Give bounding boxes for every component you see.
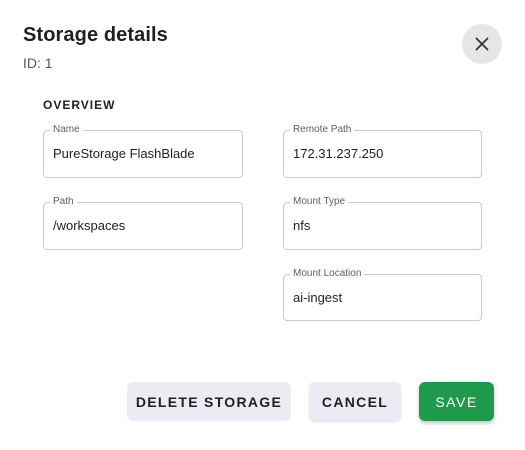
mount-location-field-value: ai-ingest [293,290,343,305]
name-field-value: PureStorage FlashBlade [53,146,195,161]
overview-section-title: OVERVIEW [43,98,116,112]
cancel-button[interactable]: CANCEL [309,382,401,421]
save-button[interactable]: SAVE [419,382,494,421]
close-icon [475,37,489,51]
mount-type-field[interactable]: Mount Type nfs [283,196,482,250]
dialog-title: Storage details [23,24,168,46]
mount-location-field[interactable]: Mount Location ai-ingest [283,268,482,321]
close-button[interactable] [462,24,502,64]
mount-type-field-value: nfs [293,218,311,233]
name-field[interactable]: Name PureStorage FlashBlade [43,124,243,178]
path-field-value: /workspaces [53,218,126,233]
remote-path-field-value: 172.31.237.250 [293,146,384,161]
delete-storage-button[interactable]: DELETE STORAGE [127,382,291,421]
remote-path-field[interactable]: Remote Path 172.31.237.250 [283,124,482,178]
storage-details-dialog: Storage details ID: 1 OVERVIEW Name Pure… [0,0,525,450]
storage-id: ID: 1 [23,55,53,71]
path-field[interactable]: Path /workspaces [43,196,243,250]
